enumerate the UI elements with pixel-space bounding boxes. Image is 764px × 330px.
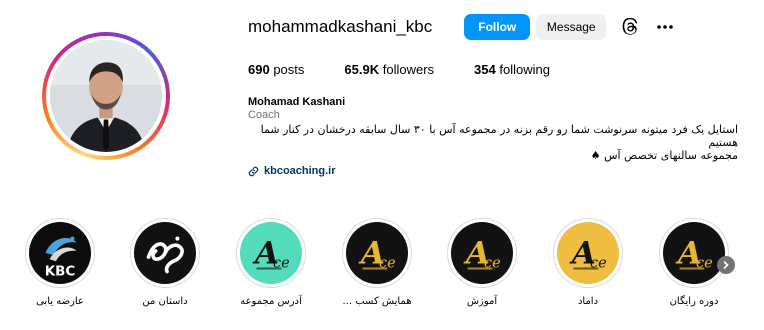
story-highlights: A ce دوره رایگان A ce داماد A ce آموزش A… (0, 218, 764, 330)
profile-bio: استایل یک فرد میتونه سرنوشت شما رو رقم ب… (246, 123, 738, 162)
following-label: following (499, 62, 550, 77)
bio-line-2: مجموعه سالنهای تخصص آس ♠ (590, 149, 738, 162)
highlight-item[interactable]: A ce داماد (543, 218, 633, 307)
highlights-next-button[interactable] (717, 256, 735, 274)
threads-icon[interactable] (620, 16, 642, 38)
following-stat[interactable]: 354 following (474, 62, 550, 77)
followers-stat[interactable]: 65.9K followers (344, 62, 434, 77)
profile-category: Coach (248, 109, 280, 121)
link-icon (248, 166, 259, 177)
posts-count: 690 (248, 62, 270, 77)
more-options-icon[interactable] (654, 16, 676, 38)
followers-count: 65.9K (344, 62, 380, 77)
profile-link[interactable]: kbcoaching.ir (248, 165, 336, 177)
ace-logo-icon: A ce (451, 222, 513, 284)
ace-logo-icon: A ce (240, 222, 302, 284)
bio-line-1: استایل یک فرد میتونه سرنوشت شما رو رقم ب… (260, 123, 738, 149)
ace-logo-icon: A ce (557, 222, 619, 284)
highlight-label: داماد (577, 296, 599, 307)
following-count: 354 (474, 62, 496, 77)
highlight-label: همایش کسب ... (342, 296, 412, 307)
posts-label: posts (273, 62, 305, 77)
highlight-item[interactable]: A ce آموزش (437, 218, 527, 307)
profile-stats: 690 posts 65.9K followers 354 following (248, 62, 590, 77)
username: mohammadkashani_kbc (248, 17, 433, 36)
calligraphy-icon (134, 222, 196, 284)
ace-logo-icon: A ce (663, 222, 725, 284)
highlight-label: آدرس مجموعه (240, 296, 302, 307)
link-text: kbcoaching.ir (264, 165, 336, 177)
highlight-label: داستان من (142, 296, 188, 307)
highlight-item[interactable]: KBC عارضه یابی (15, 218, 105, 307)
kbc-logo-icon: KBC (29, 222, 91, 284)
highlight-label: عارضه یابی (36, 296, 84, 307)
posts-stat: 690 posts (248, 62, 304, 77)
profile-photo (50, 40, 162, 152)
svg-text:KBC: KBC (45, 265, 75, 280)
highlight-label: آموزش (466, 296, 498, 307)
follow-button[interactable]: Follow (464, 14, 531, 40)
highlight-item[interactable]: A ce همایش کسب ... (332, 218, 422, 307)
highlight-item[interactable]: داستان من (120, 218, 210, 307)
message-button[interactable]: Message (536, 14, 607, 40)
ace-logo-icon: A ce (346, 222, 408, 284)
followers-label: followers (382, 62, 435, 77)
profile-avatar[interactable] (42, 32, 170, 160)
highlight-label: دوره رایگان (669, 296, 719, 307)
profile-full-name: Mohamad Kashani (248, 96, 346, 108)
highlight-item[interactable]: A ce آدرس مجموعه (226, 218, 316, 307)
